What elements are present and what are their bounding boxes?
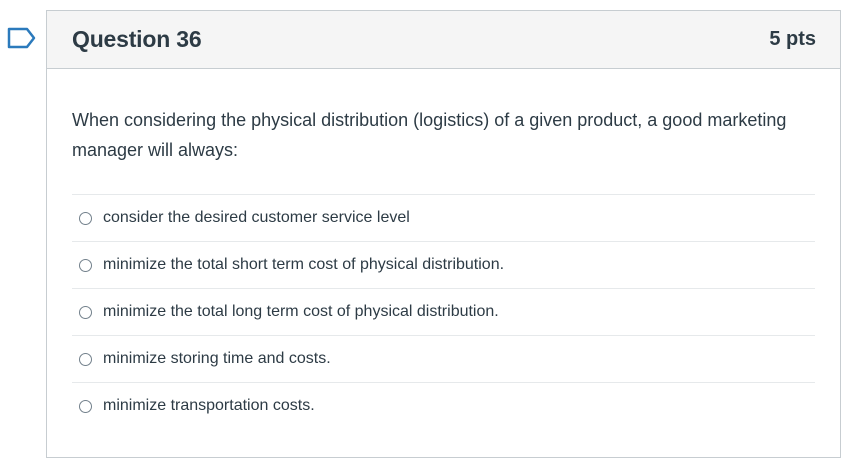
question-body: When considering the physical distributi… xyxy=(47,69,840,429)
flag-icon[interactable] xyxy=(7,27,37,49)
question-card: Question 36 5 pts When considering the p… xyxy=(46,10,841,458)
radio-icon[interactable] xyxy=(79,399,92,413)
answer-option[interactable]: minimize the total long term cost of phy… xyxy=(72,288,815,335)
answer-label[interactable]: consider the desired customer service le… xyxy=(103,209,410,227)
question-header: Question 36 5 pts xyxy=(47,11,840,69)
answer-option[interactable]: minimize transportation costs. xyxy=(72,382,815,429)
radio-icon[interactable] xyxy=(79,352,92,366)
radio-icon[interactable] xyxy=(79,305,92,319)
question-title: Question 36 xyxy=(72,26,202,52)
answer-option[interactable]: consider the desired customer service le… xyxy=(72,194,815,241)
answer-label[interactable]: minimize transportation costs. xyxy=(103,397,315,415)
radio-icon[interactable] xyxy=(79,211,92,225)
question-points: 5 pts xyxy=(769,28,816,50)
answer-option[interactable]: minimize storing time and costs. xyxy=(72,335,815,382)
answer-option[interactable]: minimize the total short term cost of ph… xyxy=(72,241,815,288)
answer-label[interactable]: minimize storing time and costs. xyxy=(103,350,331,368)
answer-label[interactable]: minimize the total long term cost of phy… xyxy=(103,303,499,321)
answer-label[interactable]: minimize the total short term cost of ph… xyxy=(103,256,504,274)
quiz-page: Question 36 5 pts When considering the p… xyxy=(0,0,865,471)
question-text: When considering the physical distributi… xyxy=(72,110,787,160)
radio-icon[interactable] xyxy=(79,258,92,272)
answer-list: consider the desired customer service le… xyxy=(72,194,815,429)
